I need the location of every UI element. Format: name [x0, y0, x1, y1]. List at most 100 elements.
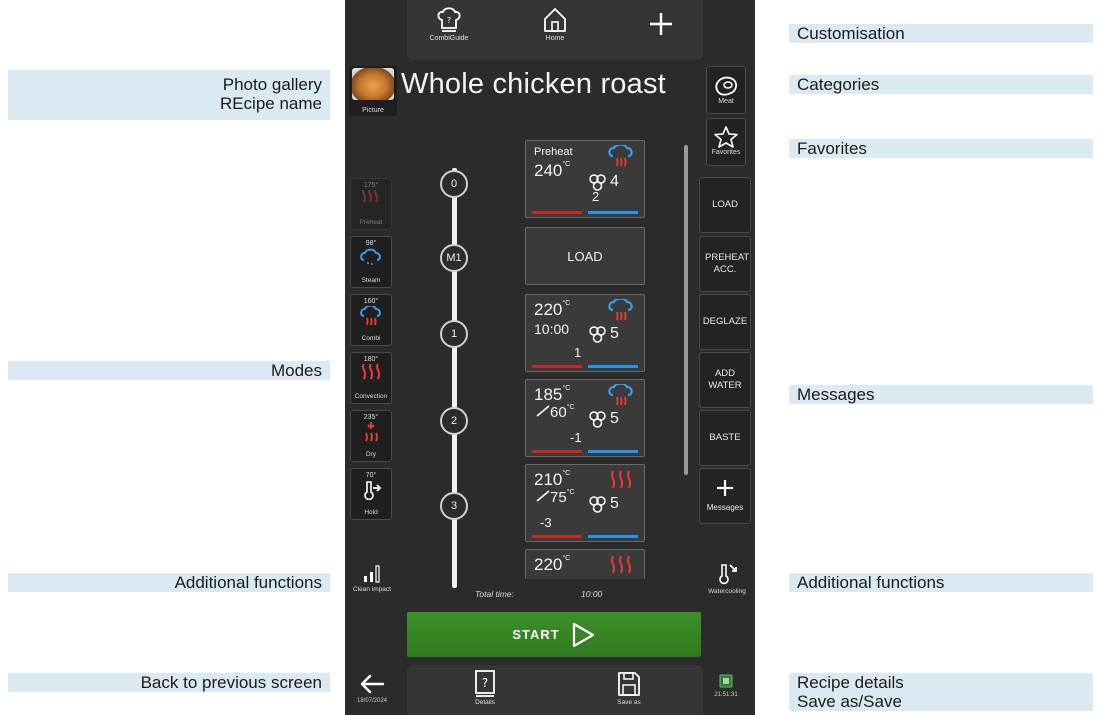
- chef-hat-icon: ?: [437, 7, 461, 32]
- save-as-button[interactable]: Save as: [599, 669, 659, 713]
- steps-scrollbar[interactable]: [684, 145, 688, 475]
- book-icon: ?: [475, 670, 495, 697]
- temp-unit: °C: [566, 489, 575, 496]
- category-meat-button[interactable]: Meat: [706, 66, 746, 114]
- mode-dry-label: Dry: [365, 451, 377, 458]
- step-card-load[interactable]: LOAD: [525, 227, 645, 285]
- message-add-water-button[interactable]: ADD WATER: [699, 352, 751, 408]
- save-as-label: Save as: [617, 699, 641, 706]
- total-time-value: 10:00: [581, 589, 603, 599]
- category-label: Meat: [718, 98, 734, 105]
- chicken-photo: [352, 68, 394, 100]
- combi-icon: [608, 384, 633, 406]
- steam-icon: [360, 248, 381, 265]
- mode-convection[interactable]: 180° Convection: [350, 352, 392, 404]
- mode-combi[interactable]: 160° Combi: [350, 294, 392, 346]
- temp-unit: °C: [562, 385, 571, 392]
- step-card-1[interactable]: 220°C 10:00 5 1: [525, 294, 645, 372]
- mode-dry[interactable]: 235° Dry: [350, 410, 392, 462]
- mode-steam-temp: 98°: [365, 240, 377, 247]
- total-time-label: Total time:: [475, 589, 514, 599]
- step-node-1[interactable]: 1: [440, 320, 468, 348]
- step-card-2[interactable]: 185°C 60°C 5 -1: [525, 379, 645, 457]
- callout-additional-functions-right: Additional functions: [789, 573, 1093, 592]
- step-temp-value: 185: [534, 385, 563, 404]
- bottom-bar: ? Details Save as: [407, 665, 703, 715]
- callout-recipe-name: REcipe name: [219, 94, 322, 113]
- save-icon: [618, 672, 640, 696]
- fan-speed-value: 5: [610, 495, 619, 512]
- mode-steam[interactable]: 98° Steam: [350, 236, 392, 288]
- message-load-label: LOAD: [712, 199, 738, 210]
- customisation-button[interactable]: [631, 10, 691, 60]
- clean-impact-button[interactable]: Clean impact: [349, 556, 395, 604]
- message-preheat-acc-button[interactable]: PREHEAT ACC.: [699, 236, 751, 292]
- mode-combi-temp: 160°: [363, 298, 379, 305]
- mode-hold[interactable]: 70° Hold: [350, 468, 392, 520]
- core-probe-temp: 60°C: [536, 404, 575, 421]
- temp-unit: °C: [562, 470, 571, 477]
- mode-preheat[interactable]: 175° Preheat: [350, 178, 392, 230]
- mode-dry-temp: 235°: [363, 414, 379, 421]
- step-temp-value: 210: [534, 470, 563, 489]
- favorites-label: Favorites: [711, 149, 741, 156]
- message-deglaze-button[interactable]: DEGLAZE: [699, 294, 751, 350]
- plus-icon: [717, 480, 733, 496]
- clean-impact-icon: [364, 565, 380, 583]
- core-probe-temp: 75°C: [536, 489, 575, 506]
- message-add-water-label: ADD WATER: [708, 368, 742, 391]
- step-node-m1[interactable]: M1: [440, 244, 468, 272]
- step-load-label: LOAD: [567, 248, 603, 264]
- mode-hold-temp: 70°: [365, 472, 377, 479]
- step-temp-value: 240: [534, 161, 563, 180]
- details-button[interactable]: ? Details: [455, 669, 515, 713]
- combiguide-button[interactable]: ? CombiGuide: [419, 6, 479, 56]
- watercooling-button[interactable]: Watercooling: [703, 556, 751, 604]
- humidity-value: 1: [574, 345, 582, 360]
- step-node-2[interactable]: 2: [440, 407, 468, 435]
- callout-photo-gallery: Photo gallery: [222, 75, 322, 94]
- heat-bar: [532, 365, 582, 368]
- details-label: Details: [475, 699, 495, 706]
- meat-icon: [715, 76, 738, 96]
- step-temp: 240°C: [534, 161, 570, 181]
- mode-combi-label: Combi: [361, 335, 381, 342]
- date-label: 18/07/2024: [356, 698, 388, 704]
- step-card-4[interactable]: 220°C: [525, 549, 645, 579]
- home-button[interactable]: Home: [525, 6, 585, 56]
- plus-icon: [650, 13, 672, 35]
- start-label: START: [512, 627, 560, 642]
- fan-speed: 5: [588, 325, 619, 343]
- convection-heat-icon: [362, 190, 378, 203]
- step-node-0[interactable]: 0: [440, 170, 468, 198]
- back-button[interactable]: 18/07/2024: [349, 668, 395, 712]
- arrow-left-icon: [360, 674, 385, 694]
- callout-customisation: Customisation: [789, 24, 1093, 43]
- home-label: Home: [545, 35, 565, 42]
- message-load-button[interactable]: LOAD: [699, 177, 751, 233]
- mode-convection-temp: 180°: [363, 356, 379, 363]
- callout-save-as: Save as/Save: [797, 692, 902, 711]
- callout-favorites: Favorites: [789, 139, 1093, 158]
- favorites-button[interactable]: Favorites: [706, 118, 746, 166]
- step-node-3[interactable]: 3: [440, 492, 468, 520]
- step-temp-value: 220: [534, 300, 563, 319]
- probe-icon: [536, 490, 550, 502]
- step-name: Preheat: [534, 146, 573, 158]
- step-card-3[interactable]: 210°C 75°C 5 -3: [525, 464, 645, 542]
- callout-details-save: Recipe details Save as/Save: [789, 673, 1093, 711]
- message-baste-button[interactable]: BASTE: [699, 410, 751, 466]
- convection-icon: [610, 555, 632, 574]
- step-time: 10:00: [534, 321, 570, 337]
- convection-icon: [361, 364, 381, 380]
- picture-button[interactable]: Picture: [349, 66, 397, 116]
- dry-heat-icon: [365, 422, 378, 442]
- step-card-preheat[interactable]: Preheat 240°C 4 2: [525, 140, 645, 218]
- combi-icon: [360, 306, 381, 326]
- add-message-button[interactable]: Messages: [699, 468, 751, 524]
- step-temp: 220°C: [534, 555, 570, 575]
- recipe-name[interactable]: Whole chicken roast: [401, 68, 701, 101]
- temp-unit: °C: [566, 404, 575, 411]
- picture-label: Picture: [362, 107, 384, 114]
- start-button[interactable]: START: [407, 612, 701, 657]
